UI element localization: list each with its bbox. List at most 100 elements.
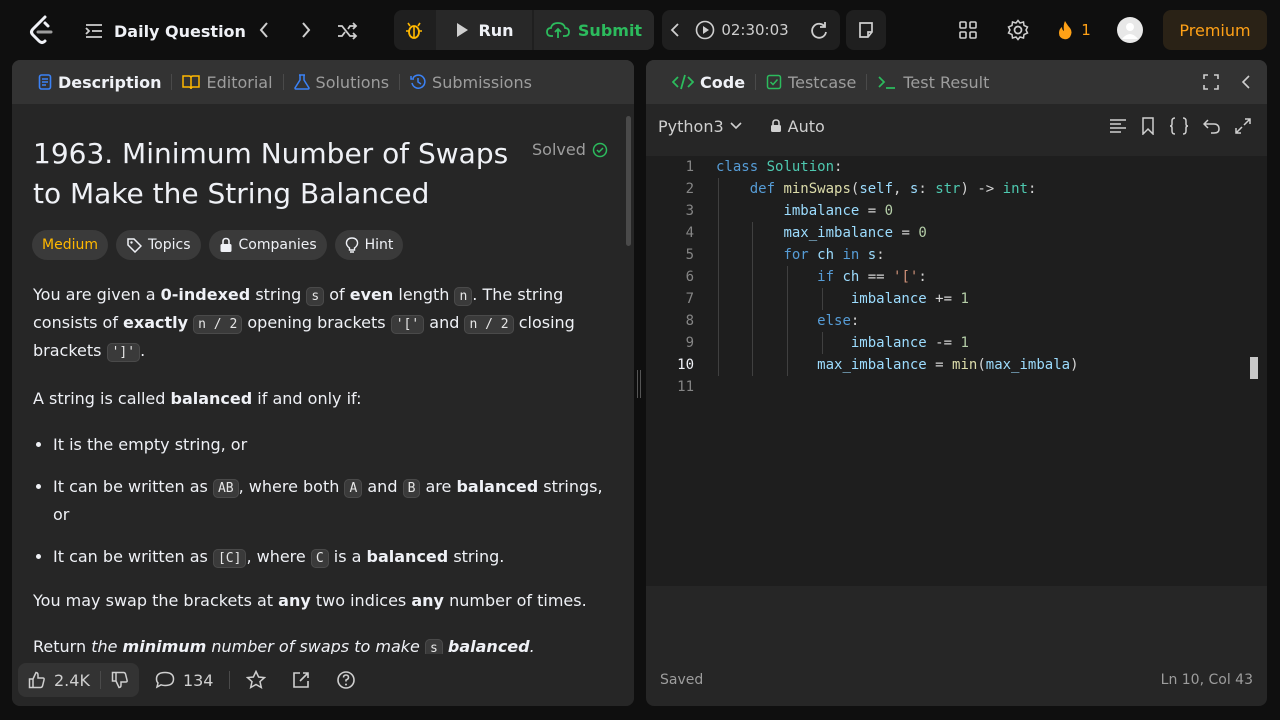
code-line: 2 def minSwaps(self, s: str) -> int:	[646, 178, 1267, 200]
line-number: 11	[677, 379, 694, 395]
like-button[interactable]: 2.4K	[18, 663, 100, 697]
tab-testcase[interactable]: Testcase	[756, 73, 866, 92]
code-editor[interactable]: 1 class Solution: 2 def minSwaps(self, s:…	[646, 156, 1267, 586]
tab-editorial-label: Editorial	[206, 72, 273, 92]
line-number: 2	[685, 181, 694, 197]
line-number: 1	[685, 159, 694, 175]
left-tabs: Description Editorial Solutions Submissi…	[12, 60, 634, 104]
notes-button[interactable]	[846, 10, 886, 50]
line-number: 9	[685, 335, 694, 351]
bug-icon	[406, 22, 422, 39]
code-text: if ch == '[':	[817, 269, 927, 285]
share-button[interactable]	[282, 663, 320, 697]
description-footer: 2.4K 134	[12, 654, 634, 706]
code-text: imbalance -= 1	[850, 335, 969, 351]
text: You are given a	[33, 285, 161, 304]
help-icon	[337, 671, 356, 689]
text: length	[393, 285, 455, 304]
prev-problem-button[interactable]	[252, 18, 276, 42]
tab-solutions[interactable]: Solutions	[284, 73, 400, 92]
streak-count: 1	[1081, 21, 1091, 39]
top-bar: Daily Question Run Submit 02:30:03 1 Pre…	[0, 0, 1280, 60]
text: if and only if:	[252, 389, 362, 408]
daily-question-link[interactable]: Daily Question	[84, 18, 246, 44]
line-number: 3	[685, 203, 694, 219]
tab-description-label: Description	[58, 72, 162, 92]
streak-counter[interactable]: 1	[1054, 16, 1094, 44]
expand-icon[interactable]	[1235, 118, 1251, 134]
timer-reset-button[interactable]	[804, 10, 834, 50]
maximize-icon[interactable]	[1203, 74, 1219, 90]
timer[interactable]: 02:30:03	[692, 10, 792, 50]
language-select[interactable]: Python3	[658, 117, 742, 136]
undo-icon[interactable]	[1203, 117, 1221, 135]
problem-badges: Medium Topics Companies Hint	[32, 230, 404, 260]
text: It can be written as	[53, 547, 213, 566]
terminal-icon	[878, 76, 896, 89]
settings-button[interactable]	[1006, 18, 1030, 42]
text: A string is called	[33, 389, 171, 408]
format-icon[interactable]	[1109, 118, 1127, 134]
description-panel: Description Editorial Solutions Submissi…	[12, 60, 634, 706]
favorite-button[interactable]	[236, 663, 276, 697]
tab-description[interactable]: Description	[28, 73, 171, 92]
collapse-icon[interactable]	[1241, 74, 1251, 90]
braces-icon[interactable]	[1169, 117, 1189, 135]
editor-scrollbar[interactable]	[1250, 357, 1258, 379]
timer-collapse-button[interactable]	[662, 10, 688, 50]
line-number: 5	[685, 247, 694, 263]
code-text: imbalance += 1	[850, 291, 969, 307]
code-text: imbalance = 0	[783, 203, 894, 219]
inline-code: B	[402, 479, 421, 498]
code-text: class Solution:	[716, 159, 843, 175]
text: , where	[246, 547, 311, 566]
line-number: 6	[685, 269, 694, 285]
text: number of times.	[443, 591, 587, 610]
companies-button[interactable]: Companies	[208, 230, 327, 260]
tab-editorial[interactable]: Editorial	[172, 73, 282, 92]
fire-icon	[1059, 21, 1072, 40]
lock-icon	[220, 237, 231, 252]
history-icon	[410, 74, 426, 89]
dislike-button[interactable]	[101, 663, 139, 697]
cloud-upload-icon	[546, 22, 570, 38]
code-line: 7 imbalance += 1	[646, 288, 1267, 310]
next-problem-button[interactable]	[294, 18, 318, 42]
avatar[interactable]	[1117, 17, 1143, 43]
hint-button[interactable]: Hint	[334, 230, 404, 260]
panel-resize-handle[interactable]	[637, 370, 641, 398]
lock-icon	[770, 119, 781, 132]
editor-toolbar: Python3 Auto	[646, 104, 1267, 148]
description-paragraph: You are given a 0-indexed string s of ev…	[33, 282, 608, 366]
debug-button[interactable]	[394, 10, 434, 50]
comments-button[interactable]: 134	[145, 663, 224, 697]
layout-button[interactable]	[956, 18, 980, 42]
code-text: else:	[817, 313, 860, 329]
bookmark-icon[interactable]	[1141, 117, 1155, 135]
random-problem-button[interactable]	[334, 18, 360, 44]
tab-code[interactable]: Code	[662, 73, 755, 92]
share-icon	[293, 672, 310, 688]
run-button[interactable]: Run	[436, 10, 532, 50]
autocomplete-toggle[interactable]: Auto	[770, 117, 825, 136]
code-text: def minSwaps(self, s: str) -> int:	[749, 181, 1037, 197]
topics-label: Topics	[147, 237, 191, 253]
leetcode-logo[interactable]	[26, 14, 56, 46]
comment-count: 134	[182, 670, 214, 690]
inline-code: n / 2	[193, 315, 243, 334]
submit-button[interactable]: Submit	[534, 10, 654, 50]
topics-button[interactable]: Topics	[115, 230, 201, 260]
text: exactly	[123, 313, 189, 332]
tab-submissions[interactable]: Submissions	[400, 73, 542, 92]
language-label: Python3	[658, 116, 724, 136]
help-button[interactable]	[326, 663, 366, 697]
tab-test-result[interactable]: Test Result	[867, 73, 999, 92]
premium-button[interactable]: Premium	[1163, 10, 1267, 50]
text: is a	[328, 547, 367, 566]
editor-footer: Saved Ln 10, Col 43	[646, 654, 1267, 706]
description-scrollbar[interactable]	[626, 116, 631, 246]
premium-label: Premium	[1179, 20, 1251, 40]
problem-title: 1963. Minimum Number of Swaps to Make th…	[33, 137, 509, 210]
text: You may swap the brackets at	[33, 591, 279, 610]
code-text: for ch in s:	[783, 247, 885, 263]
